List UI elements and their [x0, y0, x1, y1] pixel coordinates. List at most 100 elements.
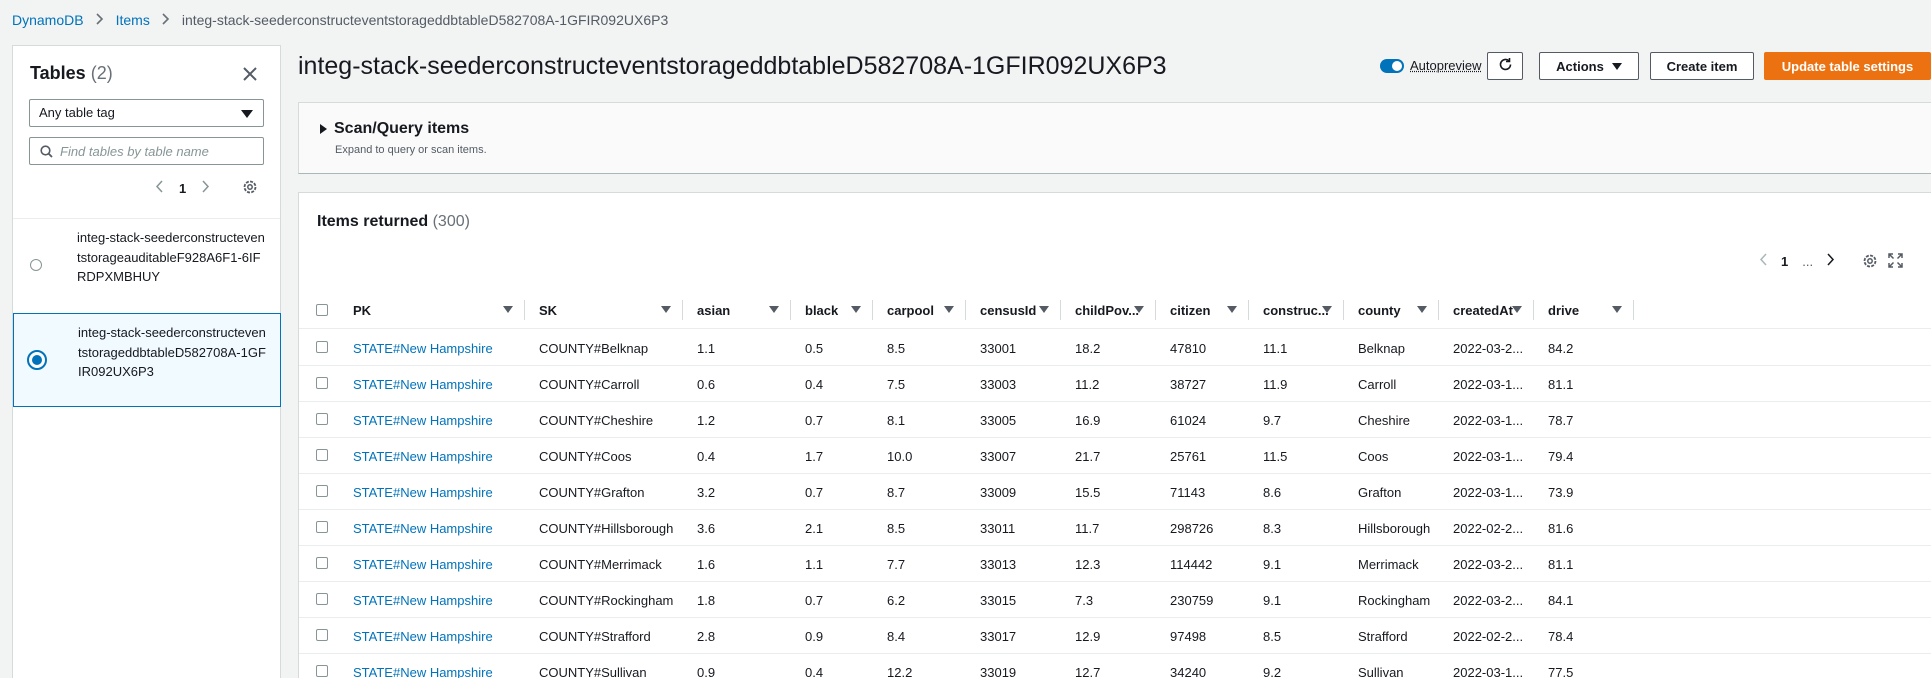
table-cell: 33019: [980, 665, 1017, 678]
table-row[interactable]: STATE#New Hampshire COUNTY#Merrimack 1.6 1.…: [299, 546, 1931, 582]
sort-caret-icon[interactable]: [1227, 306, 1237, 313]
table-cell: 71143: [1170, 485, 1206, 500]
breadcrumb-dynamodb[interactable]: DynamoDB: [12, 12, 84, 28]
update-table-settings-button[interactable]: Update table settings: [1764, 52, 1931, 80]
autopreview-toggle[interactable]: Autopreview: [1380, 58, 1482, 73]
item-pk-link[interactable]: STATE#New Hampshire: [353, 557, 493, 572]
row-checkbox[interactable]: [316, 341, 328, 353]
table-row[interactable]: STATE#New Hampshire COUNTY#Belknap 1.1 0.5 8…: [299, 330, 1931, 366]
table-cell: 9.1: [1263, 593, 1282, 608]
caret-right-icon[interactable]: [320, 124, 327, 134]
table-row[interactable]: STATE#New Hampshire COUNTY#Hillsborough 3.…: [299, 510, 1931, 546]
table-name: integ-stack-seederconstructeventstoragea…: [77, 230, 265, 284]
row-checkbox[interactable]: [316, 557, 328, 569]
refresh-button[interactable]: [1487, 52, 1523, 80]
sort-caret-icon[interactable]: [1417, 306, 1427, 313]
sort-caret-icon[interactable]: [1134, 306, 1144, 313]
row-checkbox[interactable]: [316, 521, 328, 533]
column-header[interactable]: citizen: [1156, 291, 1249, 329]
sort-caret-icon[interactable]: [1512, 306, 1522, 313]
actions-button[interactable]: Actions: [1539, 52, 1639, 80]
row-checkbox[interactable]: [316, 629, 328, 641]
item-pk-link[interactable]: STATE#New Hampshire: [353, 665, 493, 678]
table-cell: Sullivan: [1358, 665, 1404, 678]
table-row[interactable]: STATE#New Hampshire COUNTY#Coos 0.4 1.7 10.0…: [299, 438, 1931, 474]
table-list-item-selected[interactable]: integ-stack-seederconstructeventstoraged…: [13, 313, 281, 407]
scan-query-title[interactable]: Scan/Query items: [334, 120, 469, 138]
item-pk-link[interactable]: STATE#New Hampshire: [353, 593, 493, 608]
table-cell: 0.4: [805, 377, 824, 392]
table-cell: 1.1: [697, 341, 716, 356]
row-checkbox[interactable]: [316, 377, 328, 389]
items-page-number[interactable]: 1: [1781, 254, 1788, 269]
table-radio-selected[interactable]: [27, 350, 47, 370]
column-header[interactable]: black: [791, 291, 873, 329]
chevron-left-icon[interactable]: [155, 180, 163, 196]
table-cell: 33001: [980, 341, 1017, 356]
breadcrumb-items[interactable]: Items: [116, 12, 150, 28]
fullscreen-icon[interactable]: [1888, 253, 1903, 271]
column-header[interactable]: censusId: [966, 291, 1061, 329]
table-row[interactable]: STATE#New Hampshire COUNTY#Rockingham 1.8 0…: [299, 582, 1931, 618]
sidebar-page-number[interactable]: 1: [179, 181, 186, 196]
table-row[interactable]: STATE#New Hampshire COUNTY#Strafford 2.8 0.…: [299, 618, 1931, 654]
column-header[interactable]: PK: [339, 291, 525, 329]
row-checkbox[interactable]: [316, 485, 328, 497]
column-header[interactable]: asian: [683, 291, 791, 329]
table-tag-select[interactable]: Any table tag: [29, 99, 264, 127]
chevron-right-icon[interactable]: [202, 180, 210, 196]
table-list-item[interactable]: integ-stack-seederconstructeventstoragea…: [13, 219, 281, 313]
settings-icon[interactable]: [1862, 253, 1878, 272]
create-item-button[interactable]: Create item: [1650, 52, 1754, 80]
row-checkbox[interactable]: [316, 593, 328, 605]
column-header[interactable]: construc...: [1249, 291, 1344, 329]
select-all-checkbox[interactable]: [316, 304, 328, 316]
items-panel: Items returned (300) 1 ... PK SK asian blac…: [298, 192, 1931, 678]
table-cell: 1.8: [697, 593, 716, 608]
sort-caret-icon[interactable]: [769, 306, 779, 313]
sort-caret-icon[interactable]: [944, 306, 954, 313]
chevron-right-icon[interactable]: [1827, 253, 1835, 269]
sort-caret-icon[interactable]: [1612, 306, 1622, 313]
row-checkbox[interactable]: [316, 413, 328, 425]
table-row[interactable]: STATE#New Hampshire COUNTY#Cheshire 1.2 0.7…: [299, 402, 1931, 438]
chevron-left-icon[interactable]: [1759, 253, 1767, 269]
scan-query-panel[interactable]: Scan/Query items Expand to query or scan…: [298, 102, 1931, 174]
column-header[interactable]: childPov...: [1061, 291, 1156, 329]
column-divider[interactable]: [1633, 300, 1634, 320]
table-cell: 97498: [1170, 629, 1207, 644]
table-row[interactable]: STATE#New Hampshire COUNTY#Carroll 0.6 0.4 7…: [299, 366, 1931, 402]
item-pk-link[interactable]: STATE#New Hampshire: [353, 521, 493, 536]
sort-caret-icon[interactable]: [661, 306, 671, 313]
sort-caret-icon[interactable]: [851, 306, 861, 313]
item-pk-link[interactable]: STATE#New Hampshire: [353, 629, 493, 644]
row-checkbox[interactable]: [316, 449, 328, 461]
column-header[interactable]: createdAt: [1439, 291, 1534, 329]
item-pk-link[interactable]: STATE#New Hampshire: [353, 485, 493, 500]
close-icon[interactable]: [240, 64, 260, 84]
sort-caret-icon[interactable]: [1039, 306, 1049, 313]
item-pk-link[interactable]: STATE#New Hampshire: [353, 377, 493, 392]
items-title-text: Items returned: [317, 213, 429, 230]
table-cell: 33009: [980, 485, 1017, 500]
sort-caret-icon[interactable]: [1322, 306, 1332, 313]
table-search-input[interactable]: Find tables by table name: [29, 137, 264, 165]
table-row[interactable]: STATE#New Hampshire COUNTY#Sullivan 0.9 0.4…: [299, 654, 1931, 678]
table-radio[interactable]: [30, 259, 42, 271]
sort-caret-icon[interactable]: [503, 306, 513, 313]
column-header[interactable]: SK: [525, 291, 683, 329]
item-pk-link[interactable]: STATE#New Hampshire: [353, 341, 493, 356]
item-pk-link[interactable]: STATE#New Hampshire: [353, 413, 493, 428]
table-cell: 78.7: [1548, 413, 1574, 428]
table-cell: 18.2: [1075, 341, 1101, 356]
table-row[interactable]: STATE#New Hampshire COUNTY#Grafton 3.2 0.7 8…: [299, 474, 1931, 510]
row-checkbox[interactable]: [316, 665, 328, 677]
settings-icon[interactable]: [242, 179, 258, 198]
column-header[interactable]: drive: [1534, 291, 1634, 329]
table-cell: 7.3: [1075, 593, 1094, 608]
toggle-switch[interactable]: [1380, 58, 1404, 73]
column-header[interactable]: carpool: [873, 291, 966, 329]
sidebar-table-count: (2): [90, 63, 113, 83]
column-header[interactable]: county: [1344, 291, 1439, 329]
item-pk-link[interactable]: STATE#New Hampshire: [353, 449, 493, 464]
